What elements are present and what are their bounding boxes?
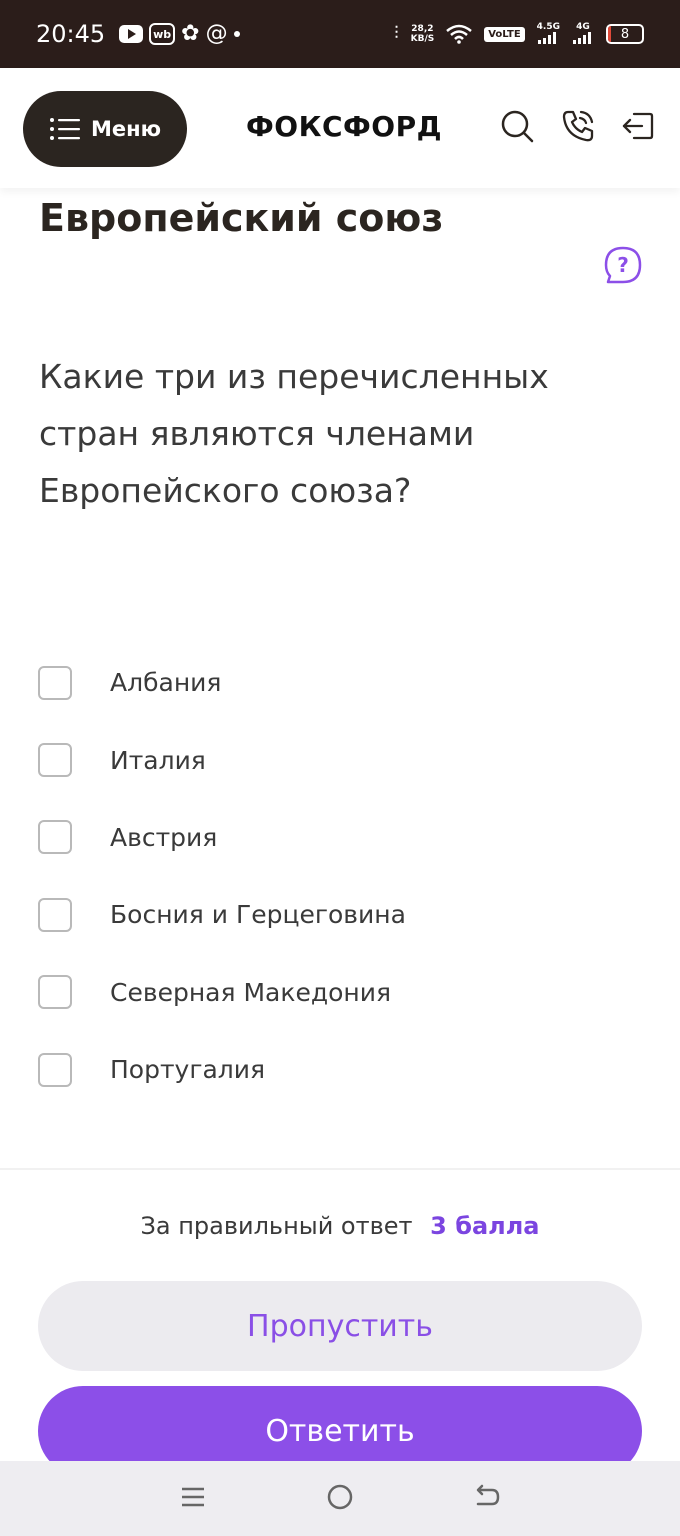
foxford-logo[interactable]: ФОКСФОРД [246,110,442,143]
svg-text:?: ? [617,253,629,277]
net-speed: 28,2 KB/S [410,24,435,44]
app-icon: ✿ [181,21,200,46]
dot-icon [233,31,240,37]
option-label[interactable]: Албания [110,668,221,697]
score-points: 3 балла [430,1212,540,1240]
menu-button[interactable]: Меню [23,91,187,167]
option-checkbox[interactable] [38,975,72,1010]
option-label[interactable]: Северная Македония [110,978,391,1007]
page-title: Европейский союз [39,196,444,240]
sim2-signal: 4G [572,22,594,47]
option-label[interactable]: Португалия [110,1055,265,1084]
signal-icon [538,31,557,44]
answer-option[interactable]: Албания [38,644,638,721]
option-label[interactable]: Австрия [110,823,217,852]
youtube-icon [119,25,144,43]
option-checkbox[interactable] [38,897,72,932]
menu-icon [49,118,80,140]
score-text: За правильный ответ [140,1212,413,1240]
recent-apps-icon[interactable] [178,1482,208,1516]
status-time: 20:45 [36,20,106,48]
option-checkbox[interactable] [38,1052,72,1087]
question-text: Какие три из перечисленных стран являютс… [39,357,549,510]
home-icon[interactable] [325,1482,355,1516]
answer-option[interactable]: Северная Македония [38,954,638,1031]
volte-badge: VoLTE [484,26,525,42]
footer-divider [0,1168,680,1170]
login-icon[interactable] [620,108,656,144]
option-checkbox[interactable] [38,665,72,700]
answer-option[interactable]: Австрия [38,799,638,876]
option-label[interactable]: Босния и Герцеговина [110,900,406,929]
back-icon[interactable] [472,1482,502,1516]
score-info: За правильный ответ 3 балла [0,1212,680,1240]
sim1-signal: 4.5G [537,22,560,47]
answer-option[interactable]: Босния и Герцеговина [38,876,638,953]
battery-icon: 8 [606,24,644,44]
wb-icon: wb [149,23,176,45]
option-checkbox[interactable] [38,743,72,778]
at-icon: @ [205,21,228,46]
system-nav-bar [0,1461,680,1536]
answer-option[interactable]: Португалия [38,1031,638,1108]
phone-icon[interactable] [560,108,596,144]
vibrate-icon: ⫶ [394,23,399,44]
search-icon[interactable] [499,108,535,144]
menu-label: Меню [90,117,162,141]
skip-button[interactable]: Пропустить [38,1281,642,1371]
option-checkbox[interactable] [38,820,72,855]
answer-option[interactable]: Италия [38,721,638,798]
signal-icon [573,31,591,44]
status-bar: 20:45 wb ✿ @ ⫶ 28,2 KB/S VoLTE 4.5G 4G 8 [0,0,680,68]
site-header: Меню ФОКСФОРД [0,68,680,188]
wifi-icon [446,24,473,44]
battery-fill [608,26,611,42]
option-label[interactable]: Италия [110,746,206,775]
help-icon[interactable]: ? [603,245,643,285]
answer-options: Албания Италия Австрия Босния и Герцеговина… [38,644,638,1108]
